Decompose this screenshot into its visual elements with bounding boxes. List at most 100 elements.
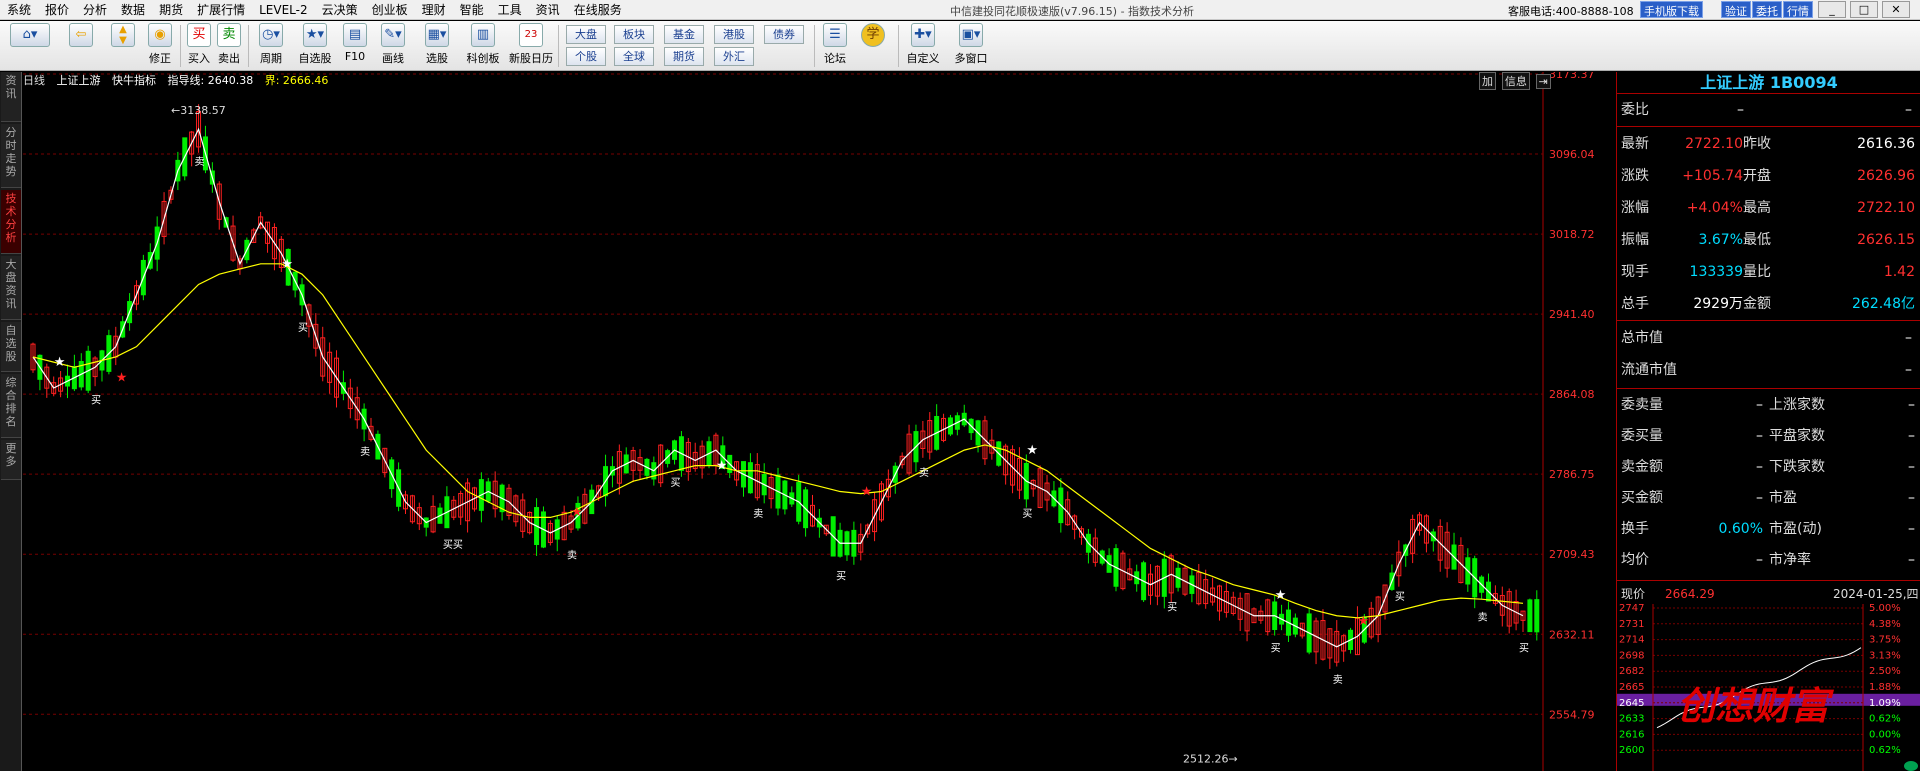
sector-button[interactable]: 板块 <box>614 25 654 44</box>
mini-intraday-chart[interactable]: 现价 2664.29 2024-01-25,四 2747 5.00% 2731 4.3… <box>1617 584 1920 771</box>
select-stock-button[interactable]: ▦▾ 选股 <box>422 23 452 69</box>
menu-analysis[interactable]: 分析 <box>76 1 114 18</box>
stat-label: 市净率 <box>1769 552 1811 568</box>
chart-canvas[interactable]: 3173.37 3096.04 3018.72 2941.40 2864.08 2786.… <box>23 72 1615 771</box>
trade-signal-label: 卖 <box>360 446 370 458</box>
kechuang-button[interactable]: ▥ 科创板 <box>467 23 500 69</box>
menu-smart[interactable]: 智能 <box>453 1 491 18</box>
tab-news[interactable]: 资讯 <box>1 72 21 122</box>
sell-label: 卖出 <box>218 52 240 65</box>
mini-right-tick: 1.88% <box>1869 682 1901 693</box>
fix-icon: ◉ <box>148 23 172 47</box>
signal-star-icon: ★ <box>716 459 728 474</box>
menu-tools[interactable]: 工具 <box>491 1 529 18</box>
mobile-download-button[interactable]: 手机版下载 <box>1640 1 1703 18</box>
info-button[interactable]: 信息 <box>1501 72 1530 90</box>
signal-star-icon: ★ <box>116 371 128 386</box>
kline-chart[interactable]: 3173.37 3096.04 3018.72 2941.40 2864.08 2786.… <box>23 72 1615 771</box>
f10-button[interactable]: ▤ F10 <box>340 23 370 69</box>
indicator-name: 快牛指标 <box>112 74 156 87</box>
forex-button[interactable]: 外汇 <box>714 47 754 66</box>
verify-button[interactable]: 验证 <box>1721 1 1751 18</box>
mini-left-tick: 2616 <box>1619 729 1644 740</box>
maximize-button[interactable]: □ <box>1850 1 1878 18</box>
quote-label: 量比 <box>1743 264 1771 280</box>
trade-button[interactable]: 委托 <box>1752 1 1782 18</box>
expand-icon[interactable]: ⇥ <box>1535 74 1551 89</box>
home-button[interactable]: ⌂▾ <box>8 23 52 69</box>
trade-signal-label: 买 <box>298 322 308 334</box>
period-button[interactable]: ◷▾ 周期 <box>256 23 286 69</box>
custom-button[interactable]: ✚▾ 自定义 <box>907 23 940 69</box>
menu-gem[interactable]: 创业板 <box>365 1 415 18</box>
menu-cloud[interactable]: 云决策 <box>315 1 365 18</box>
stat-value: – <box>1756 397 1763 413</box>
current-price: 2664.29 <box>1665 587 1715 601</box>
calendar-icon: 23 <box>519 23 543 47</box>
global-button[interactable]: 全球 <box>614 47 654 66</box>
ipo-calendar-label: 新股日历 <box>509 52 553 65</box>
menu-extended[interactable]: 扩展行情 <box>190 1 252 18</box>
quote-row: 涨幅 +4.04% 最高 2722.10 <box>1617 192 1920 224</box>
close-button[interactable]: ✕ <box>1882 1 1910 18</box>
fund-button[interactable]: 基金 <box>664 25 704 44</box>
mini-chart-header: 现价 2664.29 2024-01-25,四 <box>1617 584 1920 604</box>
hk-stock-button[interactable]: 港股 <box>714 25 754 44</box>
trade-signal-label: 卖 <box>1333 674 1343 686</box>
bond-button[interactable]: 债券 <box>764 25 804 44</box>
market-cap-value: – <box>1905 330 1912 346</box>
watermark-logo: 创想财富 <box>1677 683 1835 728</box>
tab-technical[interactable]: 技术分析 <box>1 190 21 254</box>
tab-market-news[interactable]: 大盘资讯 <box>1 256 21 320</box>
kechuang-icon: ▥ <box>471 23 495 47</box>
learn-button[interactable]: 学 <box>858 23 888 69</box>
back-button[interactable]: ⇦ <box>66 23 96 69</box>
float-cap-label: 流通市值 <box>1621 362 1677 378</box>
tab-watchlist[interactable]: 自选股 <box>1 322 21 372</box>
draw-button[interactable]: ✎▾ 画线 <box>378 23 408 69</box>
tab-more[interactable]: 更多 <box>1 440 21 480</box>
quote-panel: 上证上游 1B0094 委比 – – 最新 2722.10 昨收 2616.36 涨跌 +… <box>1616 72 1920 771</box>
market-button[interactable]: 行情 <box>1783 1 1813 18</box>
mini-right-tick: 0.00% <box>1869 729 1901 740</box>
sell-button[interactable]: 卖 卖出 <box>214 23 244 69</box>
menu-news[interactable]: 资讯 <box>529 1 567 18</box>
menu-futures[interactable]: 期货 <box>152 1 190 18</box>
up-down-button[interactable]: ▲ ▼ <box>108 23 138 69</box>
menu-online[interactable]: 在线服务 <box>567 1 629 18</box>
menu-data[interactable]: 数据 <box>114 1 152 18</box>
mini-right-tick: 3.13% <box>1869 650 1901 661</box>
market-index-button[interactable]: 大盘 <box>566 25 606 44</box>
multi-window-button[interactable]: ▣▾ 多窗口 <box>955 23 988 69</box>
f10-icon: ▤ <box>343 23 367 47</box>
add-indicator-button[interactable]: 加 <box>1479 72 1496 90</box>
minimize-button[interactable]: _ <box>1818 1 1846 18</box>
watchlist-button[interactable]: ★▾ 自选股 <box>299 23 332 69</box>
mini-left-tick: 2714 <box>1619 635 1644 646</box>
menu-system[interactable]: 系统 <box>0 1 38 18</box>
trade-signal-label: 买 <box>1022 508 1032 520</box>
market-cap-label: 总市值 <box>1621 330 1663 346</box>
fix-button[interactable]: ◉ 修正 <box>145 23 175 69</box>
ipo-calendar-button[interactable]: 23 新股日历 <box>509 23 553 69</box>
stat-row: 委卖量 – 上涨家数 – <box>1617 390 1920 420</box>
quote-label: 最高 <box>1743 200 1771 216</box>
trade-signal-label: 买 <box>1395 591 1405 603</box>
guide-line-value: 指导线: 2640.38 <box>167 74 254 87</box>
menu-finance[interactable]: 理财 <box>415 1 453 18</box>
left-tab-bar: 资讯 分时走势 技术分析 大盘资讯 自选股 综合排名 更多 <box>0 72 22 771</box>
stock-button[interactable]: 个股 <box>566 47 606 66</box>
tab-ranking[interactable]: 综合排名 <box>1 374 21 438</box>
y-tick-label: 2864.08 <box>1549 388 1595 401</box>
quote-label: 现手 <box>1621 264 1649 280</box>
max-price-label: ←3138.57 <box>171 104 226 117</box>
menu-quote[interactable]: 报价 <box>38 1 76 18</box>
tab-intraday[interactable]: 分时走势 <box>1 124 21 188</box>
quote-value: 2616.36 <box>1857 136 1915 152</box>
menu-level2[interactable]: LEVEL-2 <box>252 3 315 17</box>
forum-button[interactable]: ☰ 论坛 <box>820 23 850 69</box>
futures-button[interactable]: 期货 <box>664 47 704 66</box>
market-cap-row: 总市值 – <box>1617 322 1920 354</box>
stat-value: 0.60% <box>1718 521 1763 537</box>
trade-signal-label: 买 <box>836 570 846 582</box>
